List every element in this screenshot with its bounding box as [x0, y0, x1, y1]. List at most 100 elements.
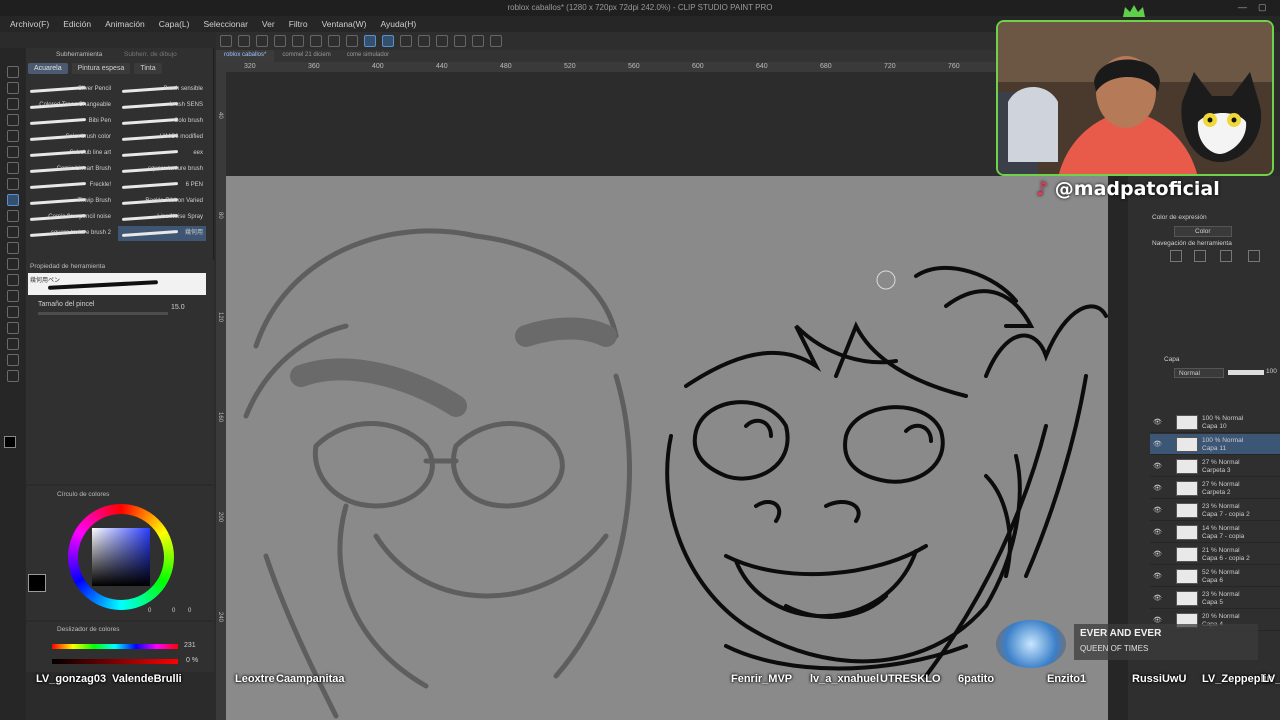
brush-item-right[interactable]: eex [118, 146, 206, 161]
pen-tool-icon[interactable] [7, 162, 19, 174]
pencil-tool-icon[interactable] [7, 178, 19, 190]
clear-icon[interactable] [310, 35, 322, 47]
visibility-eye-icon[interactable]: 👁 [1153, 484, 1162, 492]
visibility-eye-icon[interactable]: 👁 [1153, 462, 1162, 470]
pen-pressure-icon[interactable] [400, 35, 412, 47]
brush-item-right[interactable]: Colo brush [118, 114, 206, 129]
brush-size-value[interactable]: 15.0 [171, 304, 185, 311]
layer-row[interactable]: 👁 27 % Normal Carpeta 3 [1150, 456, 1280, 477]
doc-tab-commel[interactable]: commel 21 diciem [274, 50, 338, 62]
saturation-slider[interactable] [52, 659, 178, 664]
brush-item-left[interactable]: square texture brush 2 [26, 226, 114, 241]
brush-item-right[interactable]: Line Noise Spray [118, 210, 206, 225]
expression-color-select[interactable]: Color [1174, 226, 1232, 237]
artboard[interactable] [226, 176, 1108, 720]
menu-capa[interactable]: Capa(L) [159, 19, 190, 29]
brush-item-left[interactable]: Comic flow pencil noise [26, 210, 114, 225]
snap-ruler-icon[interactable] [364, 35, 376, 47]
lasso-tool-icon[interactable] [7, 130, 19, 142]
brush-item-right[interactable]: brush SENS [118, 98, 206, 113]
new-file-icon[interactable] [220, 35, 232, 47]
menu-archivo[interactable]: Archivo(F) [10, 19, 49, 29]
layer-row[interactable]: 👁 21 % Normal Capa 6 - copia 2 [1150, 544, 1280, 565]
gradient-tool-icon[interactable] [7, 274, 19, 286]
text-tool-icon[interactable] [7, 338, 19, 350]
nav-pen-icon[interactable] [1194, 250, 1206, 262]
brush-item-left[interactable]: Subclub line art [26, 146, 114, 161]
menu-filtro[interactable]: Filtro [289, 19, 308, 29]
opacity-value[interactable]: 100 [1266, 368, 1277, 375]
brush-item-right[interactable]: HIMG6 modified [118, 130, 206, 145]
brush-size-slider[interactable] [38, 312, 168, 315]
move-tool-icon[interactable] [7, 98, 19, 110]
visibility-eye-icon[interactable]: 👁 [1153, 550, 1162, 558]
open-file-icon[interactable] [238, 35, 250, 47]
brush-item-left[interactable]: Bibi Pen [26, 114, 114, 129]
figure-tool-icon[interactable] [7, 290, 19, 302]
brush-tool-icon[interactable] [7, 194, 19, 206]
brush-item-left[interactable]: Thwip Brush [26, 194, 114, 209]
brush-item-right[interactable]: Brush sensible [118, 82, 206, 97]
layer-row[interactable]: 👁 27 % Normal Carpeta 2 [1150, 478, 1280, 499]
undo-icon[interactable] [274, 35, 286, 47]
balloon-tool-icon[interactable] [7, 354, 19, 366]
brush-item-left[interactable]: Colored Trees Changeable [26, 98, 114, 113]
doc-tab-roblox-caballos[interactable]: roblox caballos* [216, 50, 275, 62]
drawing-canvas[interactable] [226, 176, 1108, 720]
nav-pencil-icon[interactable] [1220, 250, 1232, 262]
brush-item-left[interactable]: Comic Lineart Brush [26, 162, 114, 177]
layer-row[interactable]: 👁 52 % Normal Capa 6 [1150, 566, 1280, 587]
layer-row[interactable]: 👁 23 % Normal Capa 7 - copia 2 [1150, 500, 1280, 521]
rotate-icon[interactable] [418, 35, 430, 47]
nav-brush-icon[interactable] [1170, 250, 1182, 262]
grid-icon[interactable] [490, 35, 502, 47]
transform-icon[interactable] [328, 35, 340, 47]
menu-ayuda[interactable]: Ayuda(H) [380, 19, 416, 29]
snap-grid-icon[interactable] [382, 35, 394, 47]
brush-item-right[interactable]: 6 PEN [118, 178, 206, 193]
visibility-eye-icon[interactable]: 👁 [1153, 594, 1162, 602]
brush-item-left[interactable]: Freckle! [26, 178, 114, 193]
deselect-icon[interactable] [346, 35, 358, 47]
fit-icon[interactable] [454, 35, 466, 47]
layer-row[interactable]: 👁 23 % Normal Capa 5 [1150, 588, 1280, 609]
visibility-eye-icon[interactable]: 👁 [1153, 418, 1162, 426]
layer-row[interactable]: 👁 100 % Normal Capa 11 [1150, 434, 1280, 455]
brush-item-right[interactable]: 幾何用 [118, 226, 206, 241]
doc-tab-come-simulador[interactable]: come simulador [339, 50, 397, 62]
flip-icon[interactable] [436, 35, 448, 47]
visibility-eye-icon[interactable]: 👁 [1153, 528, 1162, 536]
blend-mode-select[interactable]: Normal [1174, 368, 1224, 378]
brush-item-left[interactable]: Color brush color [26, 130, 114, 145]
fill-tool-icon[interactable] [7, 258, 19, 270]
menu-ver[interactable]: Ver [262, 19, 275, 29]
visibility-eye-icon[interactable]: 👁 [1153, 440, 1162, 448]
brush-item-right[interactable]: square texture brush [118, 162, 206, 177]
layer-row[interactable]: 👁 100 % Normal Capa 10 [1150, 412, 1280, 433]
airbrush-tool-icon[interactable] [7, 210, 19, 222]
main-color-swatch[interactable] [4, 436, 16, 448]
eyedropper-tool-icon[interactable] [7, 146, 19, 158]
zoom-tool-icon[interactable] [7, 66, 19, 78]
brush-item-right[interactable]: Rackle Ribbon Varied [118, 194, 206, 209]
ruler-tool-icon[interactable] [7, 322, 19, 334]
blend-tool-icon[interactable] [7, 226, 19, 238]
visibility-eye-icon[interactable]: 👁 [1153, 572, 1162, 580]
selection-tool-icon[interactable] [7, 114, 19, 126]
zoom-icon[interactable] [472, 35, 484, 47]
main-color-chip[interactable] [28, 574, 46, 592]
tab-acuarela[interactable]: Acuarela [28, 63, 68, 74]
save-icon[interactable] [256, 35, 268, 47]
redo-icon[interactable] [292, 35, 304, 47]
visibility-eye-icon[interactable]: 👁 [1153, 506, 1162, 514]
hue-slider[interactable] [52, 644, 178, 649]
layer-row[interactable]: 👁 14 % Normal Capa 7 - copia [1150, 522, 1280, 543]
nav-marker-icon[interactable] [1248, 250, 1260, 262]
minimize-icon[interactable]: — [1238, 2, 1247, 12]
tab-pintura-espesa[interactable]: Pintura espesa [71, 63, 131, 74]
brush-item-left[interactable]: Sliver Pencil [26, 82, 114, 97]
saturation-value-square[interactable] [92, 528, 150, 586]
correct-line-tool-icon[interactable] [7, 370, 19, 382]
frame-tool-icon[interactable] [7, 306, 19, 318]
tab-tinta[interactable]: Tinta [134, 63, 162, 74]
